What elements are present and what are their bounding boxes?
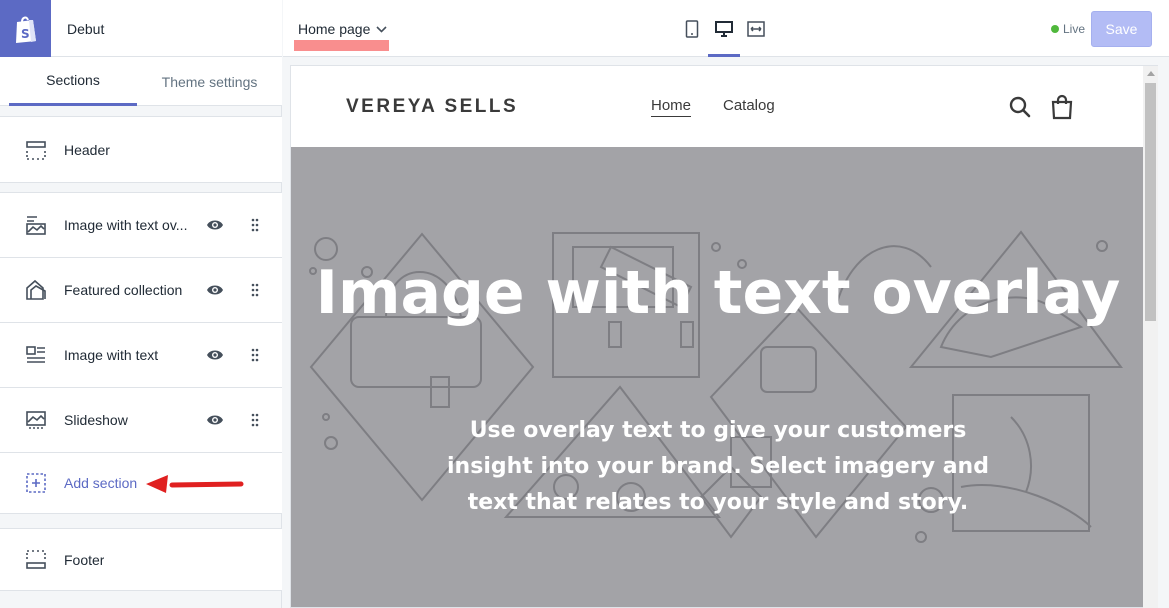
annotation-highlight (294, 40, 389, 51)
live-status: Live (1051, 22, 1085, 36)
eye-icon[interactable] (206, 413, 224, 427)
chevron-down-icon (376, 25, 387, 33)
store-header: VEREYA SELLS Home Catalog (291, 66, 1145, 147)
cart-bag-icon[interactable] (1049, 94, 1075, 120)
nav-link-home[interactable]: Home (651, 97, 692, 117)
add-section-label: Add section (64, 475, 138, 491)
fullscreen-icon (747, 21, 765, 37)
preview-scrollbar[interactable] (1143, 66, 1158, 608)
section-item-label: Footer (64, 551, 105, 568)
section-item-header[interactable]: Header (0, 117, 282, 182)
section-item-label: Slideshow (64, 412, 128, 428)
drag-handle-icon[interactable] (250, 348, 260, 362)
image-overlay-icon (26, 216, 46, 235)
footer-layout-icon (26, 549, 46, 569)
section-item-footer[interactable]: Footer (0, 529, 282, 590)
section-item-featured-collection[interactable]: Featured collection (0, 258, 282, 323)
scrollbar-thumb[interactable] (1145, 83, 1156, 321)
live-dot-icon (1051, 25, 1059, 33)
section-item-label: Image with text (64, 347, 159, 363)
hero-title: Image with text overlay (315, 258, 1121, 328)
scroll-up-arrow-icon[interactable] (1143, 66, 1158, 81)
theme-preview: VEREYA SELLS Home Catalog Image with tex… (290, 65, 1158, 608)
collection-tag-icon (26, 279, 46, 300)
hero-illustration (309, 230, 1123, 543)
image-with-text-icon (26, 346, 45, 363)
svg-text:S: S (21, 27, 30, 41)
fullwidth-view-button[interactable] (740, 16, 772, 42)
slideshow-icon (26, 411, 46, 429)
desktop-view-button[interactable] (708, 16, 740, 42)
section-item-slideshow[interactable]: Slideshow (0, 388, 282, 453)
section-item-image-with-text-overlay[interactable]: Image with text ov... (0, 193, 282, 258)
mobile-icon (685, 20, 699, 38)
header-card: Header (0, 116, 282, 183)
mobile-view-button[interactable] (676, 16, 708, 42)
section-item-label: Header (64, 141, 110, 158)
shopify-logo[interactable]: S (0, 0, 51, 57)
section-item-label: Image with text ov... (64, 217, 188, 233)
editor-topbar: Home page Live Save (283, 0, 1169, 57)
theme-name: Debut (67, 21, 105, 37)
nav-link-catalog[interactable]: Catalog (723, 97, 775, 114)
drag-handle-icon[interactable] (250, 283, 260, 297)
header-layout-icon (26, 140, 46, 160)
hero-image-overlay[interactable]: Image with text overlay Use overlay text… (291, 147, 1145, 607)
drag-handle-icon[interactable] (250, 413, 260, 427)
save-button[interactable]: Save (1091, 11, 1152, 47)
sidebar: S Debut Sections Theme settings Header I… (0, 0, 282, 608)
eye-icon[interactable] (206, 218, 224, 232)
drag-handle-icon[interactable] (250, 218, 260, 232)
annotation-arrow-icon (146, 475, 244, 493)
page-selector[interactable]: Home page (298, 18, 387, 40)
eye-icon[interactable] (206, 283, 224, 297)
add-section-icon (26, 473, 46, 493)
live-label: Live (1063, 22, 1086, 36)
page-selector-label: Home page (298, 21, 371, 37)
section-item-label: Featured collection (64, 282, 183, 298)
tab-theme-settings[interactable]: Theme settings (137, 57, 282, 106)
shopify-bag-icon: S (15, 16, 36, 43)
sections-card: Image with text ov... Featured collectio… (0, 192, 282, 514)
search-icon[interactable] (1007, 94, 1033, 120)
footer-card: Footer (0, 528, 282, 591)
active-view-indicator (708, 54, 740, 57)
store-logo[interactable]: VEREYA SELLS (346, 96, 518, 118)
sidebar-tabs: Sections Theme settings (0, 57, 282, 106)
hero-subtitle: Use overlay text to give your customers … (447, 418, 989, 515)
section-item-image-with-text[interactable]: Image with text (0, 323, 282, 388)
tab-sections[interactable]: Sections (9, 57, 137, 106)
desktop-icon (715, 21, 733, 37)
eye-icon[interactable] (206, 348, 224, 362)
